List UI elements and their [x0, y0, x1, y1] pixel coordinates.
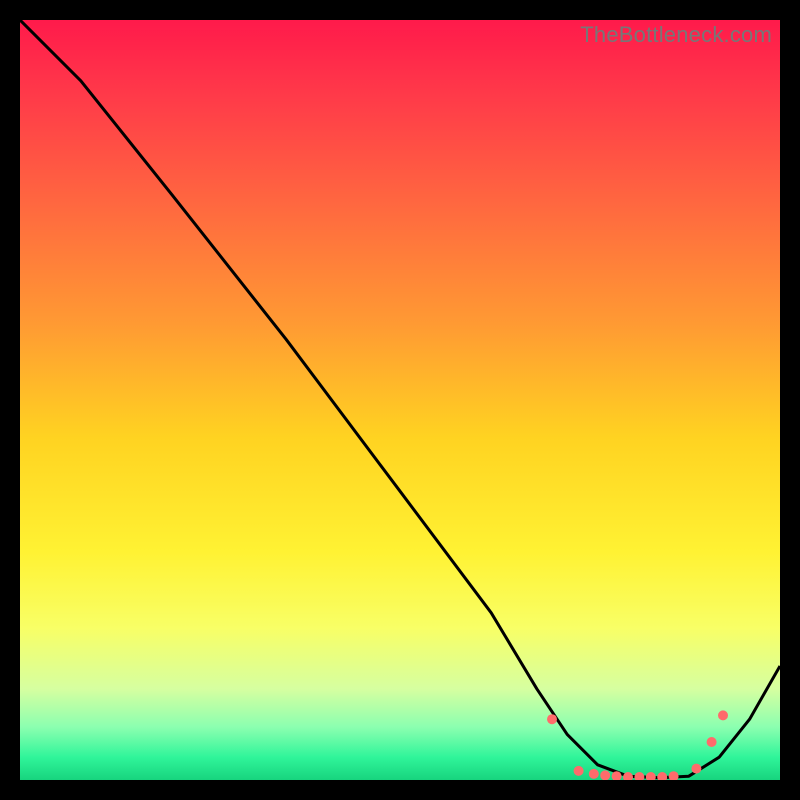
marker-dot [600, 770, 610, 780]
marker-dot [589, 769, 599, 779]
chart-frame: TheBottleneck.com [20, 20, 780, 780]
marker-dot [718, 710, 728, 720]
marker-dot [707, 737, 717, 747]
marker-dot [547, 714, 557, 724]
chart-canvas [20, 20, 780, 780]
marker-dot [691, 764, 701, 774]
gradient-background [20, 20, 780, 780]
marker-dot [574, 766, 584, 776]
watermark-text: TheBottleneck.com [580, 22, 772, 48]
